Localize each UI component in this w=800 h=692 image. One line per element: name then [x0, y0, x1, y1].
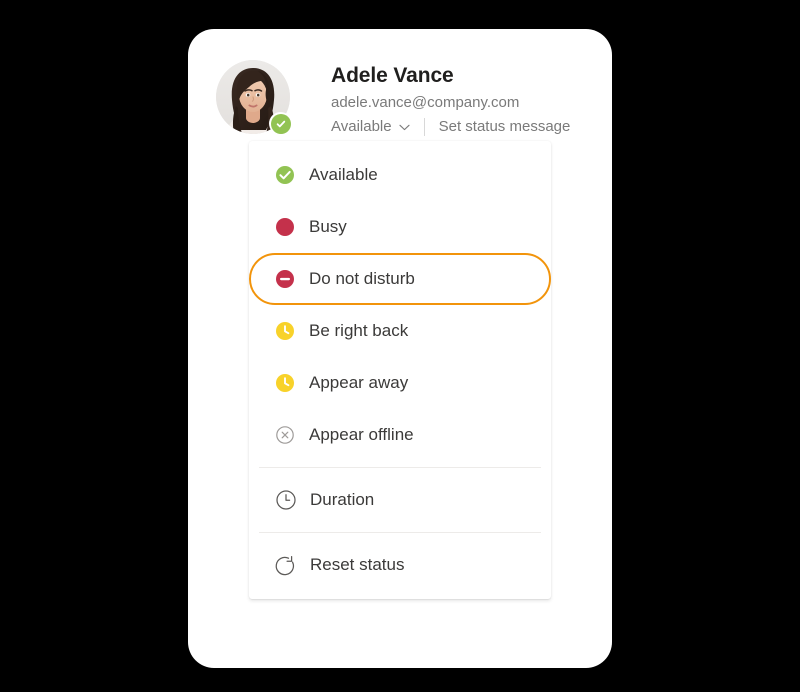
menu-item-busy[interactable]: Busy — [249, 201, 551, 253]
profile-card: Adele Vance adele.vance@company.com Avai… — [188, 29, 612, 668]
menu-item-duration[interactable]: Duration — [249, 474, 551, 526]
busy-icon — [275, 217, 295, 237]
menu-item-do-not-disturb[interactable]: Do not disturb — [249, 253, 551, 305]
appear-away-icon — [275, 373, 295, 393]
reset-icon — [275, 554, 297, 576]
menu-item-reset-status[interactable]: Reset status — [249, 539, 551, 591]
current-status-dropdown[interactable]: Available — [331, 116, 410, 138]
available-icon — [275, 165, 295, 185]
user-email: adele.vance@company.com — [331, 94, 520, 111]
presence-badge-available — [269, 112, 292, 135]
menu-item-appear-away[interactable]: Appear away — [249, 357, 551, 409]
appear-offline-icon — [275, 425, 295, 445]
menu-item-label: Do not disturb — [309, 269, 415, 288]
menu-item-label: Appear offline — [309, 425, 414, 444]
clock-outline-icon — [275, 489, 297, 511]
menu-item-label: Available — [309, 165, 378, 184]
menu-item-be-right-back[interactable]: Be right back — [249, 305, 551, 357]
profile-header: Adele Vance adele.vance@company.com Avai… — [216, 45, 586, 149]
status-dropdown-menu: Available Busy Do not disturb Be right b… — [249, 141, 551, 599]
status-row: Available Set status message — [331, 116, 631, 138]
user-name: Adele Vance — [331, 64, 454, 87]
current-status-label: Available — [331, 118, 392, 135]
menu-item-label: Busy — [309, 217, 347, 236]
be-right-back-icon — [275, 321, 295, 341]
status-divider — [423, 118, 425, 136]
do-not-disturb-icon — [275, 269, 295, 289]
profile-text: Adele Vance adele.vance@company.com Avai… — [331, 63, 631, 138]
menu-item-appear-offline[interactable]: Appear offline — [249, 409, 551, 461]
menu-divider — [259, 467, 541, 468]
avatar[interactable] — [216, 60, 292, 135]
menu-item-available[interactable]: Available — [249, 149, 551, 201]
set-status-message-button[interactable]: Set status message — [439, 116, 571, 138]
screenshot-stage: Adele Vance adele.vance@company.com Avai… — [0, 0, 800, 692]
menu-item-label: Reset status — [310, 555, 405, 574]
menu-item-label: Be right back — [309, 321, 409, 340]
menu-divider — [259, 532, 541, 533]
menu-item-label: Duration — [310, 490, 375, 509]
menu-item-label: Appear away — [309, 373, 409, 392]
chevron-down-icon — [399, 124, 410, 130]
